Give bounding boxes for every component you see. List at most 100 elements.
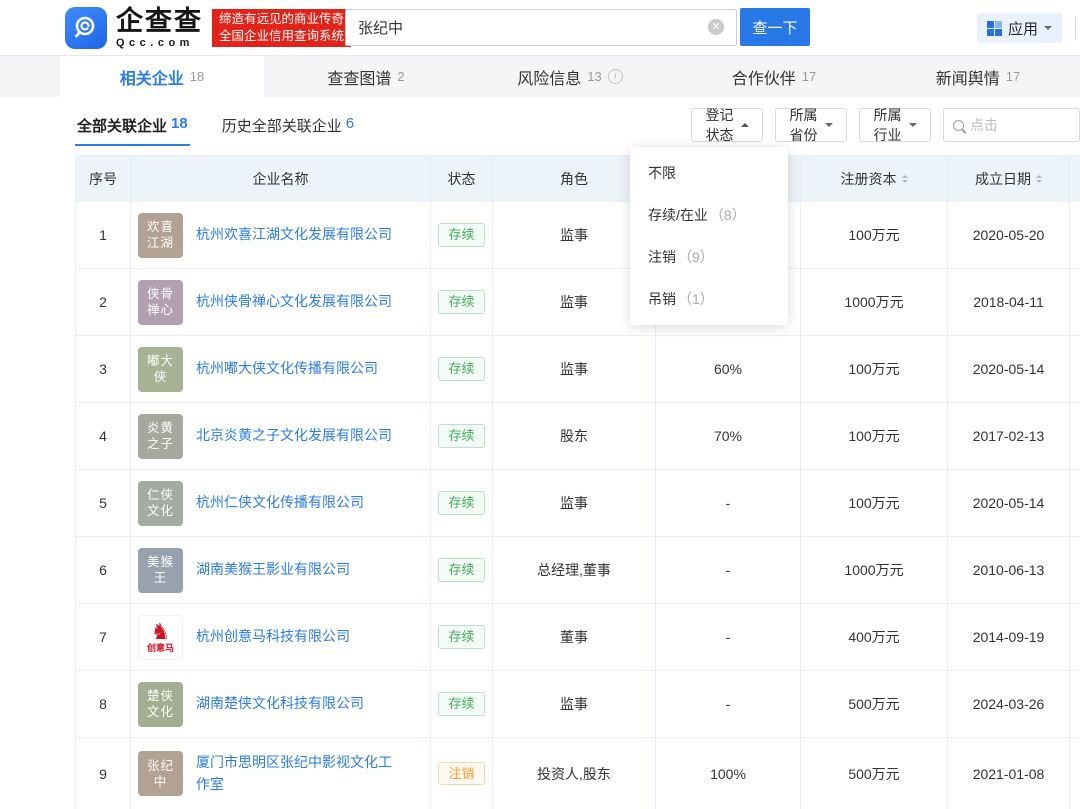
shareholding-cell: 70% (656, 403, 801, 469)
row-number: 9 (76, 738, 131, 809)
sort-icon[interactable] (902, 175, 908, 183)
company-avatar: 炎黄之子 (138, 414, 183, 459)
company-name-link[interactable]: 杭州创意马科技有限公司 (196, 626, 350, 648)
dropdown-option-1[interactable]: 存续/在业 （8） (630, 194, 788, 236)
overflow-cell (1070, 403, 1080, 469)
related-companies-table: 序号 企业名称 状态 角色 注册资本 成立日期 1 欢喜江湖 杭州欢喜江湖文化发… (75, 155, 1080, 809)
brand[interactable]: 企查查 Qcc.com 缔造有远见的商业传奇 全国企业信用查询系统 (65, 7, 351, 49)
tab-4[interactable]: 新闻舆情 17 (876, 56, 1080, 97)
row-number: 1 (76, 202, 131, 268)
established-date-cell: 2017-02-13 (948, 403, 1070, 469)
tab-2[interactable]: 风险信息 13 i (468, 56, 672, 97)
role-cell: 董事 (493, 604, 656, 670)
shareholding-cell: - (656, 671, 801, 737)
shareholding-cell: 100% (656, 738, 801, 809)
clear-search-icon[interactable]: ✕ (708, 19, 724, 35)
shareholding-cell: - (656, 537, 801, 603)
subtab-0[interactable]: 全部关联企业 18 (75, 107, 190, 146)
tab-1[interactable]: 查查图谱 2 (264, 56, 468, 97)
row-number: 7 (76, 604, 131, 670)
established-date-cell: 2021-01-08 (948, 738, 1070, 809)
filter-industry[interactable]: 所属行业 (859, 108, 931, 142)
role-cell: 总经理,董事 (493, 537, 656, 603)
role-cell: 监事 (493, 470, 656, 536)
chevron-down-icon (1044, 26, 1052, 34)
apps-button[interactable]: 应用 (977, 13, 1062, 43)
status-badge: 存续 (438, 558, 484, 582)
brand-slogan: 缔造有远见的商业传奇 全国企业信用查询系统 (212, 9, 351, 47)
table-row: 8 楚侠文化 湖南楚侠文化科技有限公司 存续 监事 - 500万元 2024-0… (76, 670, 1080, 737)
company-name-link[interactable]: 杭州仁侠文化传播有限公司 (196, 492, 364, 514)
company-name-link[interactable]: 杭州欢喜江湖文化发展有限公司 (196, 224, 392, 246)
overflow-cell (1070, 537, 1080, 603)
row-number: 8 (76, 671, 131, 737)
filter-province[interactable]: 所属省份 (775, 108, 847, 142)
column-header: 注册资本 (801, 156, 948, 201)
status-badge: 存续 (438, 223, 484, 247)
table-row: 5 仁侠文化 杭州仁侠文化传播有限公司 存续 监事 - 100万元 2020-0… (76, 469, 1080, 536)
sort-icon[interactable] (1036, 175, 1042, 183)
company-name-link[interactable]: 厦门市思明区张纪中影视文化工作室 (196, 752, 401, 795)
dropdown-option-0[interactable]: 不限 (630, 152, 788, 194)
role-cell: 监事 (493, 336, 656, 402)
brand-domain: Qcc.com (116, 38, 203, 49)
role-cell: 投资人,股东 (493, 738, 656, 809)
company-avatar: 美猴王 (138, 548, 183, 593)
registered-capital-cell: 500万元 (801, 671, 948, 737)
filter-registration-status[interactable]: 登记状态 (691, 108, 763, 142)
established-date-cell: 2014-09-19 (948, 604, 1070, 670)
overflow-cell (1070, 470, 1080, 536)
column-header: 成立日期 (948, 156, 1070, 201)
registration-status-dropdown: 不限 存续/在业 （8） 注销 （9） 吊销 （1） (630, 147, 788, 325)
company-name-link[interactable]: 杭州侠骨禅心文化发展有限公司 (196, 291, 392, 313)
company-name-link[interactable]: 北京炎黄之子文化发展有限公司 (196, 425, 392, 447)
table-row: 4 炎黄之子 北京炎黄之子文化发展有限公司 存续 股东 70% 100万元 20… (76, 402, 1080, 469)
keyword-input[interactable] (970, 117, 1070, 133)
info-icon[interactable]: i (608, 69, 623, 84)
row-number: 3 (76, 336, 131, 402)
company-name-link[interactable]: 湖南楚侠文化科技有限公司 (196, 693, 364, 715)
tab-0[interactable]: 相关企业 18 (60, 56, 264, 97)
column-header (1070, 156, 1080, 201)
main-tabs: 相关企业 18 查查图谱 2 风险信息 13 i 合作伙伴 17 新闻舆情 17 (0, 55, 1080, 97)
apps-grid-icon (987, 21, 1002, 36)
table-row: 1 欢喜江湖 杭州欢喜江湖文化发展有限公司 存续 监事 100万元 2020-0… (76, 201, 1080, 268)
tab-3[interactable]: 合作伙伴 17 (672, 56, 876, 97)
list-toolbar: 全部关联企业 18 历史全部关联企业 6 登记状态 所属省份 所属行业 (0, 97, 1080, 155)
horse-logo-icon: ♞ (151, 621, 171, 643)
established-date-cell: 2020-05-20 (948, 202, 1070, 268)
column-header: 企业名称 (131, 156, 431, 201)
overflow-cell (1070, 604, 1080, 670)
dropdown-option-3[interactable]: 吊销 （1） (630, 278, 788, 320)
chevron-up-icon (741, 119, 749, 127)
registered-capital-cell: 1000万元 (801, 537, 948, 603)
table-row: 6 美猴王 湖南美猴王影业有限公司 存续 总经理,董事 - 1000万元 201… (76, 536, 1080, 603)
status-badge: 存续 (438, 692, 484, 716)
status-badge: 存续 (438, 625, 484, 649)
filter-group: 登记状态 所属省份 所属行业 (691, 108, 1080, 142)
company-name-link[interactable]: 湖南美猴王影业有限公司 (196, 559, 350, 581)
keyword-search-box[interactable] (943, 108, 1080, 142)
top-header: 企查查 Qcc.com 缔造有远见的商业传奇 全国企业信用查询系统 ✕ 查一下 … (0, 0, 1080, 55)
overflow-cell (1070, 202, 1080, 268)
column-header: 状态 (431, 156, 493, 201)
brand-name: 企查查 (116, 8, 203, 35)
subtab-1[interactable]: 历史全部关联企业 6 (220, 107, 356, 146)
company-name-link[interactable]: 杭州嘟大侠文化传播有限公司 (196, 358, 378, 380)
company-avatar: 仁侠文化 (138, 481, 183, 526)
dropdown-option-2[interactable]: 注销 （9） (630, 236, 788, 278)
search-icon (953, 120, 964, 131)
search-button[interactable]: 查一下 (740, 8, 810, 46)
shareholding-cell: - (656, 470, 801, 536)
registered-capital-cell: 100万元 (801, 403, 948, 469)
role-cell: 股东 (493, 403, 656, 469)
search-input[interactable] (345, 9, 737, 46)
table-row: 7 ♞创意马 杭州创意马科技有限公司 存续 董事 - 400万元 2014-09… (76, 603, 1080, 670)
established-date-cell: 2024-03-26 (948, 671, 1070, 737)
table-row: 2 侠骨禅心 杭州侠骨禅心文化发展有限公司 存续 监事 60% 1000万元 2… (76, 268, 1080, 335)
established-date-cell: 2020-05-14 (948, 336, 1070, 402)
chevron-down-icon (909, 123, 917, 131)
status-badge: 存续 (438, 491, 484, 515)
table-header-row: 序号 企业名称 状态 角色 注册资本 成立日期 (76, 156, 1080, 201)
company-avatar: 欢喜江湖 (138, 213, 183, 258)
